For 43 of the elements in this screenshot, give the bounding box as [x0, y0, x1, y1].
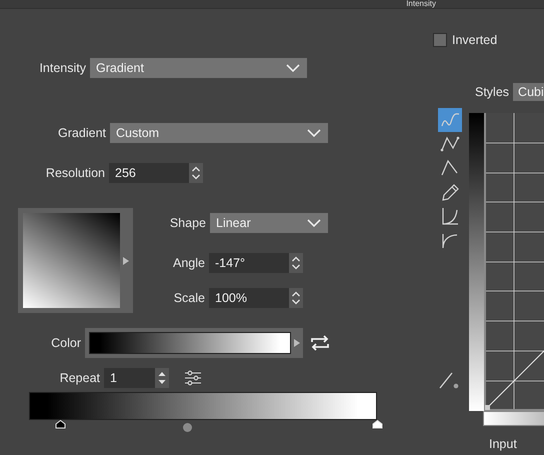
shape-dropdown[interactable]: Linear — [210, 213, 328, 233]
color-stop-handle[interactable] — [372, 420, 383, 429]
styles-dropdown[interactable]: Cubi — [513, 83, 544, 102]
midpoint-handle[interactable] — [183, 423, 192, 432]
inverted-label: Inverted — [452, 32, 498, 49]
spinner-button[interactable] — [155, 368, 169, 388]
shape-label: Shape — [168, 214, 207, 232]
caret-right-icon — [294, 339, 300, 347]
curve-tool-button[interactable] — [438, 108, 462, 132]
caret-right-icon — [123, 256, 129, 264]
input-label: Input — [489, 436, 518, 450]
gradient-bar[interactable] — [29, 392, 377, 420]
up-down-arrows-icon — [291, 290, 301, 306]
intensity-label: Intensity — [38, 60, 87, 77]
resolution-label: Resolution — [44, 164, 106, 182]
sliders-icon[interactable] — [184, 370, 202, 386]
angle-label: Angle — [172, 254, 206, 272]
intensity-dropdown[interactable]: Gradient — [90, 58, 307, 78]
chevron-down-icon — [307, 219, 321, 227]
resolution-field[interactable]: 256 — [109, 163, 189, 183]
curve-graph[interactable] — [484, 112, 544, 410]
scale-field[interactable]: 100% — [209, 288, 289, 308]
scale-label: Scale — [172, 290, 206, 307]
spinner-button[interactable] — [189, 163, 203, 183]
inverted-checkbox[interactable] — [433, 33, 447, 48]
up-down-arrows-icon — [291, 255, 301, 271]
gradient-label: Gradient — [57, 124, 107, 142]
spinner-button[interactable] — [289, 288, 303, 308]
color-label: Color — [50, 334, 82, 352]
panel-title: Intensity — [406, 0, 436, 8]
color-gradient-field[interactable] — [85, 328, 303, 358]
chevron-down-icon — [286, 64, 300, 72]
preset-dropdown[interactable]: Custom — [110, 123, 328, 143]
swap-arrows-icon[interactable] — [310, 335, 330, 351]
input-gradient-bar — [483, 410, 544, 426]
spinner-button[interactable] — [289, 253, 303, 273]
repeat-label: Repeat — [58, 370, 101, 387]
angle-field[interactable]: -147° — [209, 253, 289, 273]
up-down-arrows-icon — [191, 165, 201, 181]
up-down-arrows-icon — [157, 370, 167, 386]
repeat-field[interactable]: 1 — [104, 368, 155, 388]
styles-label: Styles — [475, 84, 510, 101]
chevron-down-icon — [307, 129, 321, 137]
